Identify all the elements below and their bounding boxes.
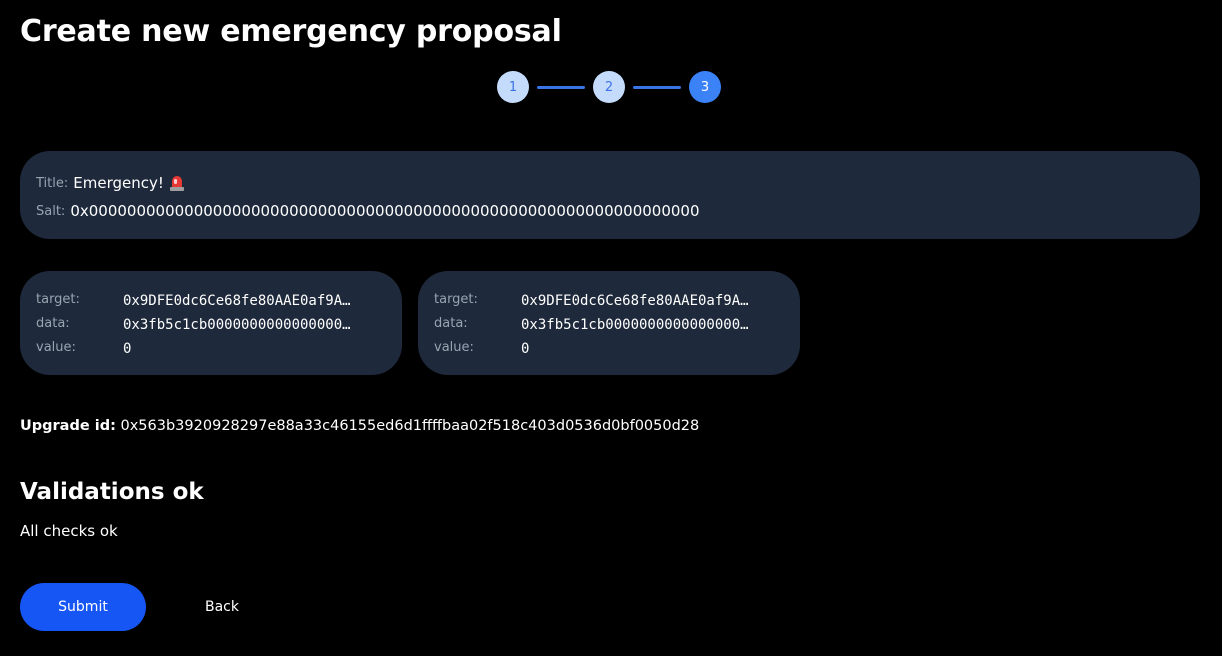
call-data-value: 0x3fb5c1cb0000000000000000…	[521, 316, 749, 333]
call-value-label: value:	[36, 339, 76, 355]
salt-value: 0x00000000000000000000000000000000000000…	[70, 202, 700, 220]
call-data-value: 0x3fb5c1cb0000000000000000…	[123, 316, 351, 333]
step-connector	[537, 85, 585, 89]
validations-message: All checks ok	[20, 522, 118, 540]
call-target-value: 0x9DFE0dc6Ce68fe80AAE0af9A…	[521, 292, 749, 309]
upgrade-id: Upgrade id: 0x563b3920928297e88a33c46155…	[20, 418, 699, 434]
call-card: target: 0x9DFE0dc6Ce68fe80AAE0af9A… data…	[20, 271, 402, 375]
call-target-label: target:	[434, 291, 478, 307]
police-siren-icon	[169, 175, 184, 191]
call-value-row: value: 0	[36, 335, 386, 359]
call-data-row: data: 0x3fb5c1cb0000000000000000…	[36, 311, 386, 335]
title-value: Emergency!	[73, 174, 164, 192]
call-data-label: data:	[36, 315, 70, 331]
call-card: target: 0x9DFE0dc6Ce68fe80AAE0af9A… data…	[418, 271, 800, 375]
call-target-row: target: 0x9DFE0dc6Ce68fe80AAE0af9A…	[36, 287, 386, 311]
upgrade-id-value: 0x563b3920928297e88a33c46155ed6d1ffffbaa…	[120, 418, 700, 434]
step-2[interactable]: 2	[593, 71, 625, 103]
call-target-value: 0x9DFE0dc6Ce68fe80AAE0af9A…	[123, 292, 351, 309]
step-1[interactable]: 1	[497, 71, 529, 103]
call-value-row: value: 0	[434, 335, 784, 359]
page-title: Create new emergency proposal	[20, 14, 562, 49]
title-label: Title:	[36, 175, 69, 191]
step-3[interactable]: 3	[689, 71, 721, 103]
step-connector	[633, 85, 681, 89]
call-value-value: 0	[521, 340, 530, 357]
title-row: Title: Emergency!	[36, 169, 1184, 197]
validations-title: Validations ok	[20, 479, 204, 505]
call-data-label: data:	[434, 315, 468, 331]
upgrade-id-label: Upgrade id:	[20, 418, 116, 434]
back-button[interactable]: Back	[172, 583, 272, 631]
salt-row: Salt: 0x00000000000000000000000000000000…	[36, 197, 1184, 225]
call-target-row: target: 0x9DFE0dc6Ce68fe80AAE0af9A…	[434, 287, 784, 311]
salt-label: Salt:	[36, 203, 66, 219]
proposal-summary-card: Title: Emergency! Salt: 0x00000000000000…	[20, 151, 1200, 239]
call-data-row: data: 0x3fb5c1cb0000000000000000…	[434, 311, 784, 335]
stepper: 1 2 3	[497, 71, 721, 103]
call-target-label: target:	[36, 291, 80, 307]
call-value-value: 0	[123, 340, 132, 357]
submit-button[interactable]: Submit	[20, 583, 146, 631]
call-value-label: value:	[434, 339, 474, 355]
